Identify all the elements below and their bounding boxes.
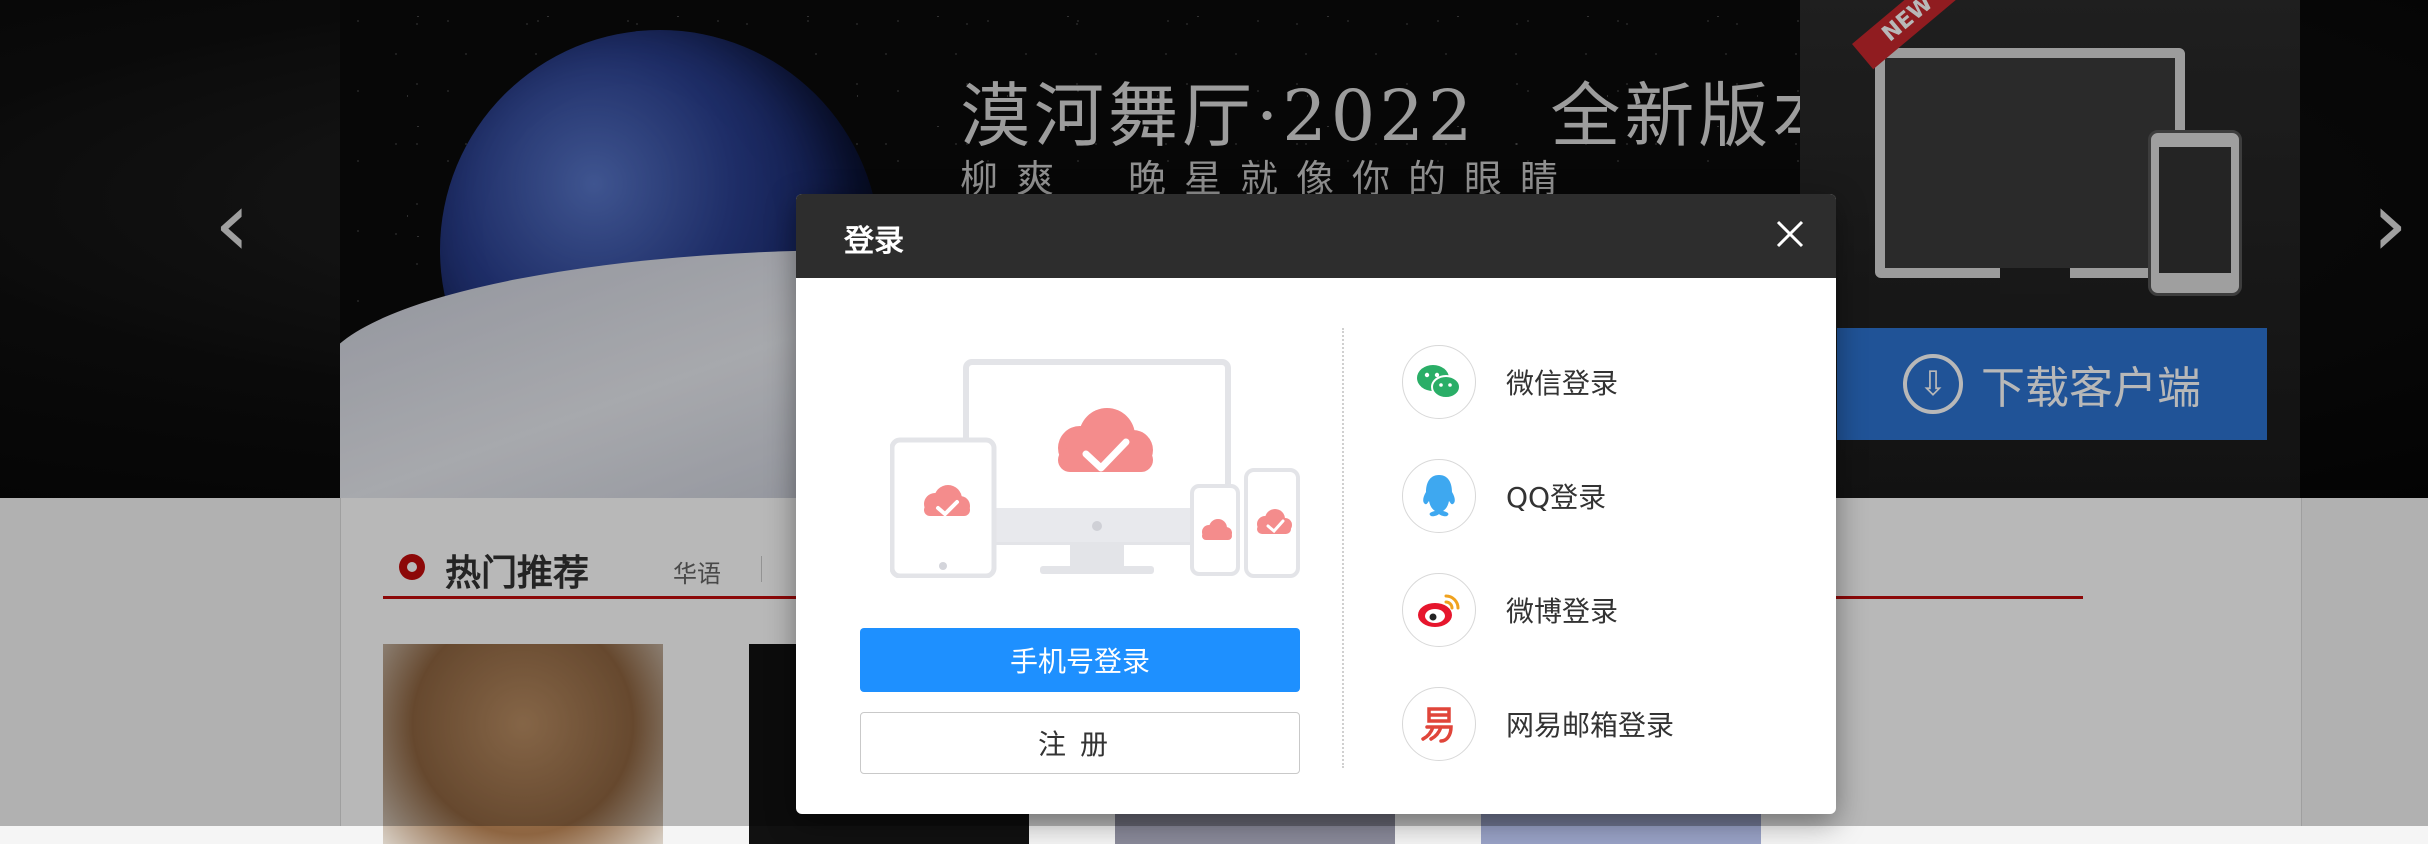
weibo-login-option[interactable]: 微博登录 [1402, 570, 1782, 650]
qq-icon [1402, 459, 1476, 533]
dialog-title: 登录 [844, 224, 904, 259]
qq-login-option[interactable]: QQ登录 [1402, 456, 1782, 536]
qq-login-label: QQ登录 [1506, 481, 1607, 514]
wechat-login-label: 微信登录 [1506, 367, 1619, 400]
netease-mail-login-label: 网易邮箱登录 [1506, 709, 1675, 742]
dialog-header: 登录 [796, 194, 1836, 278]
phone-login-button[interactable]: 手机号登录 [860, 628, 1300, 692]
weibo-login-label: 微博登录 [1506, 595, 1619, 628]
wechat-icon [1402, 345, 1476, 419]
netease-mail-login-option[interactable]: 网易邮箱登录 [1402, 684, 1782, 764]
weibo-icon [1402, 573, 1476, 647]
netease-mail-icon [1402, 687, 1476, 761]
vertical-divider [1342, 328, 1344, 768]
login-dialog: 登录 手机号登录 注册 微信登录 QQ登录 微博登录 网易邮箱登录 [796, 194, 1836, 814]
close-icon[interactable] [1772, 216, 1808, 252]
register-button[interactable]: 注册 [860, 712, 1300, 774]
devices-cloud-illustration [890, 359, 1300, 578]
dialog-body: 手机号登录 注册 微信登录 QQ登录 微博登录 网易邮箱登录 [796, 278, 1836, 814]
wechat-login-option[interactable]: 微信登录 [1402, 342, 1782, 422]
